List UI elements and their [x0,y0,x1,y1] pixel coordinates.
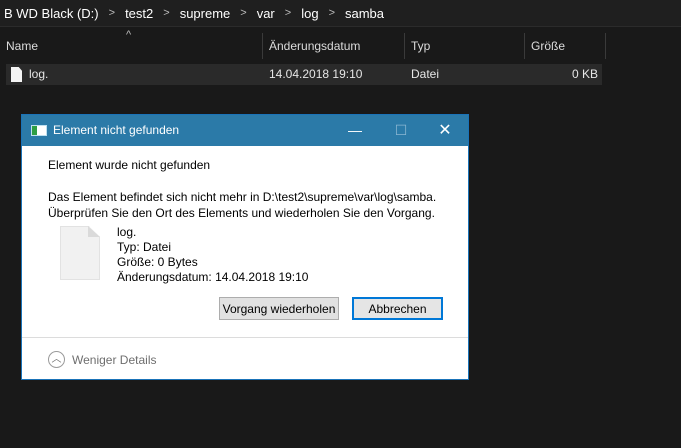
column-divider[interactable] [605,33,606,59]
address-breadcrumb[interactable]: B WD Black (D:) > test2 > supreme > var … [0,0,681,27]
file-size: 0 KB [571,67,598,81]
message-line: Überprüfen Sie den Ort des Elements und … [48,206,435,220]
dialog-message: Das Element befindet sich nicht mehr in … [48,189,436,221]
item-details: log. Typ: Datei Größe: 0 Bytes Änderungs… [117,225,308,285]
message-line: Das Element befindet sich nicht mehr in … [48,190,437,204]
less-details-label[interactable]: Weniger Details [72,353,156,367]
file-row[interactable]: log. 14.04.2018 19:10 Datei 0 KB [6,64,602,85]
cancel-button[interactable]: Abbrechen [352,297,443,320]
column-header: ^ Name Änderungsdatum Typ Größe [0,29,606,59]
column-size[interactable]: Größe [525,33,605,59]
dialog-title: Element nicht gefunden [53,123,180,137]
breadcrumb-samba[interactable]: samba [341,6,388,21]
breadcrumb-log[interactable]: log [297,6,322,21]
chevron-up-icon[interactable]: ︿ [48,351,65,368]
item-date: Änderungsdatum: 14.04.2018 19:10 [117,270,309,284]
file-icon [11,67,22,82]
chevron-right-icon[interactable]: > [157,7,175,19]
file-date: 14.04.2018 19:10 [269,67,363,81]
chevron-right-icon[interactable]: > [279,7,297,19]
column-name[interactable]: Name [0,33,262,59]
divider [22,337,468,338]
retry-button[interactable]: Vorgang wiederholen [219,297,339,320]
column-date[interactable]: Änderungsdatum [263,33,404,59]
minimize-button[interactable]: — [332,115,378,146]
breadcrumb-drive[interactable]: B WD Black (D:) [0,6,103,21]
dialog-headline: Element wurde nicht gefunden [48,158,211,172]
chevron-right-icon[interactable]: > [103,7,121,19]
breadcrumb-test2[interactable]: test2 [121,6,157,21]
dialog-titlebar[interactable]: Element nicht gefunden — ☐ ✕ [22,115,468,146]
dialog-content: Element wurde nicht gefunden Das Element… [22,146,468,379]
breadcrumb-var[interactable]: var [253,6,279,21]
maximize-button: ☐ [394,122,408,138]
breadcrumb-supreme[interactable]: supreme [176,6,235,21]
column-type[interactable]: Typ [405,33,524,59]
chevron-right-icon[interactable]: > [234,7,252,19]
item-size: Größe: 0 Bytes [117,255,198,269]
file-name: log. [29,67,49,81]
close-button[interactable]: ✕ [422,115,468,146]
element-not-found-dialog: Element nicht gefunden — ☐ ✕ Element wur… [21,114,469,380]
file-type: Datei [411,67,440,81]
folder-move-icon [31,125,47,136]
item-name: log. [117,225,137,239]
chevron-right-icon[interactable]: > [323,7,341,19]
item-type: Typ: Datei [117,240,172,254]
